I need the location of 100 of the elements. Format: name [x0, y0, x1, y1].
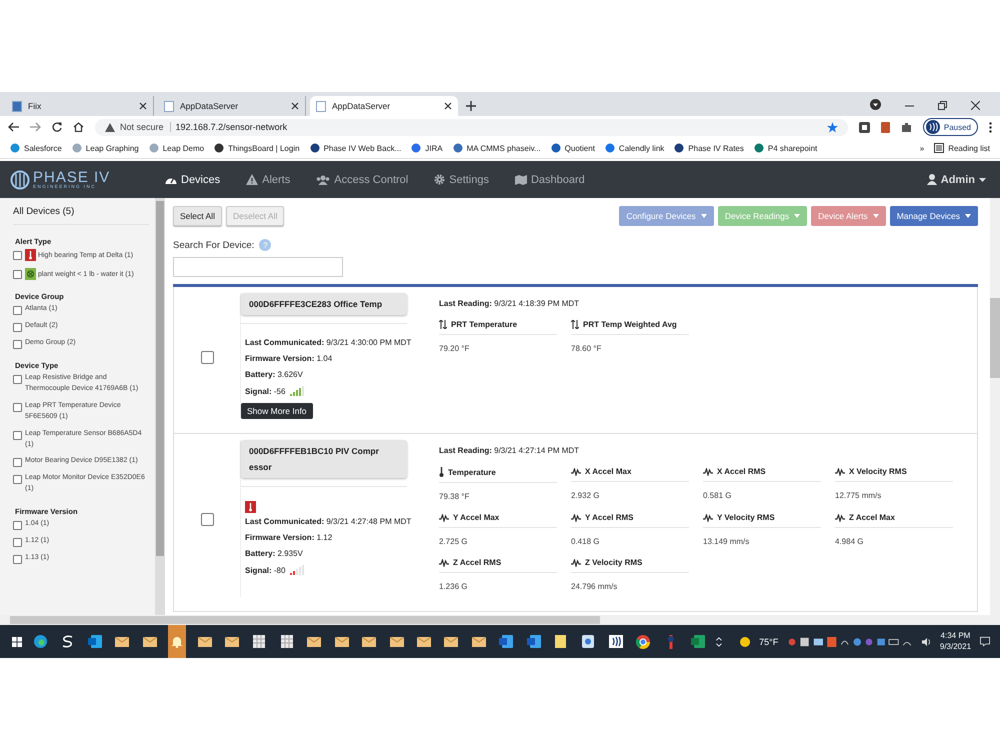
- new-tab-icon[interactable]: [466, 101, 476, 111]
- star-icon[interactable]: [826, 122, 838, 132]
- filter-checkbox[interactable]: [13, 340, 22, 350]
- extension-icon[interactable]: [880, 122, 890, 132]
- filter-checkbox[interactable]: [13, 323, 22, 332]
- sticky-note-icon[interactable]: [555, 635, 566, 648]
- envelope-icon[interactable]: [416, 636, 431, 646]
- envelope-icon[interactable]: [198, 636, 212, 646]
- bookmark[interactable]: Quotient: [550, 143, 595, 153]
- pulse-icon: [439, 558, 449, 567]
- scrollbar[interactable]: [990, 198, 1000, 615]
- bookmark[interactable]: Leap Graphing: [72, 143, 139, 153]
- info-text: Last Communicated: 9/3/21 4:30:00 PM MDT: [245, 338, 412, 348]
- more-bookmarks-button[interactable]: »: [920, 144, 924, 152]
- filter-checkbox[interactable]: [13, 270, 22, 279]
- bookmark[interactable]: ThingsBoard | Login: [214, 143, 300, 153]
- app-icon[interactable]: [582, 635, 594, 648]
- envelope-icon[interactable]: [307, 636, 322, 646]
- filter-checkbox[interactable]: [13, 306, 22, 316]
- close-icon[interactable]: [291, 102, 299, 110]
- envelope-icon[interactable]: [225, 636, 240, 646]
- system-tray-icons-drawing[interactable]: [787, 636, 913, 648]
- dropdown-button[interactable]: Manage Devices: [890, 206, 978, 226]
- notification-icon[interactable]: [980, 636, 990, 647]
- show-more-info-button[interactable]: Show More Info: [241, 403, 313, 420]
- envelope-icon[interactable]: [115, 636, 130, 646]
- nav-item[interactable]: Settings: [434, 174, 489, 186]
- document-icon[interactable]: [253, 635, 266, 648]
- select-all-button[interactable]: Select All: [173, 206, 222, 226]
- envelope-icon[interactable]: [362, 636, 376, 646]
- reading-value: 13.149 mm/s: [703, 537, 750, 546]
- speaker-icon[interactable]: [922, 636, 931, 646]
- filter-checkbox[interactable]: [13, 475, 22, 484]
- profile-icon[interactable]: [870, 99, 881, 110]
- bookmark[interactable]: Phase IV Rates: [674, 143, 744, 153]
- home-icon[interactable]: [73, 122, 84, 132]
- restore-icon[interactable]: [938, 101, 947, 110]
- tab-title: AppDataServer: [180, 101, 240, 111]
- envelope-icon[interactable]: [142, 636, 157, 646]
- bookmark[interactable]: MA CMMS phaseiv...: [452, 143, 541, 153]
- browser-tab[interactable]: AppDataServer: [310, 96, 458, 116]
- pulse-icon: [835, 514, 845, 522]
- envelope-icon[interactable]: [472, 636, 486, 646]
- filter-checkbox[interactable]: [13, 375, 22, 384]
- menu-icon[interactable]: [989, 122, 992, 132]
- bookmark[interactable]: Phase IV Web Back...: [310, 143, 402, 153]
- nav-item[interactable]: Devices: [165, 174, 220, 186]
- bookmark[interactable]: P4 sharepoint: [754, 143, 818, 153]
- envelope-icon[interactable]: [390, 636, 404, 646]
- nav-item[interactable]: Dashboard: [514, 174, 585, 186]
- filter-checkbox[interactable]: [13, 555, 22, 564]
- browser-icon[interactable]: [636, 634, 650, 648]
- app-icon[interactable]: [61, 635, 74, 648]
- envelope-icon[interactable]: [334, 636, 349, 646]
- app-icon[interactable]: [608, 635, 623, 648]
- extension-icon[interactable]: [858, 122, 870, 132]
- filter-checkbox[interactable]: [13, 521, 22, 530]
- weather-temperature[interactable]: 75°F: [759, 636, 778, 646]
- nav-item[interactable]: Alerts: [246, 174, 290, 186]
- info-text: Firmware Version: 1.04: [245, 354, 332, 364]
- chevron-icon[interactable]: [716, 636, 722, 648]
- close-icon[interactable]: [971, 101, 980, 110]
- filter-checkbox[interactable]: [13, 403, 22, 412]
- start-icon[interactable]: [12, 636, 22, 648]
- document-icon[interactable]: [280, 635, 293, 648]
- bookmark-icon: [10, 143, 20, 153]
- bookmark[interactable]: Salesforce: [10, 143, 62, 153]
- reading-list-button[interactable]: Reading list: [934, 143, 990, 153]
- user-menu[interactable]: Admin: [926, 174, 986, 186]
- scrollbar[interactable]: [0, 615, 1000, 625]
- envelope-icon[interactable]: [444, 636, 458, 646]
- close-icon[interactable]: [139, 102, 147, 110]
- bookmark[interactable]: JIRA: [411, 143, 443, 153]
- pulse-icon: [571, 514, 581, 522]
- bookmark[interactable]: Calendly link: [604, 143, 664, 153]
- close-icon[interactable]: [444, 102, 452, 110]
- search-field[interactable]: [173, 257, 343, 277]
- forward-icon[interactable]: [30, 122, 41, 132]
- nav-item[interactable]: Access Control: [316, 174, 408, 186]
- filter-checkbox[interactable]: [13, 458, 22, 468]
- reading-label: X Accel RMS: [717, 467, 766, 476]
- scrollbar[interactable]: [155, 198, 165, 615]
- back-icon[interactable]: [8, 122, 19, 132]
- device-checkbox[interactable]: [200, 513, 214, 526]
- device-name-button[interactable]: 000D6FFFFEB1BC10 PIV Compr essor: [241, 440, 407, 478]
- sort-arrows-icon: [439, 320, 447, 329]
- profile-button[interactable]: Paused: [922, 118, 978, 136]
- address-bar[interactable]: Not secure 192.168.7.2/sensor-network: [95, 118, 848, 136]
- puzzle-icon[interactable]: [900, 122, 912, 132]
- sun-icon[interactable]: [740, 636, 750, 648]
- bookmark[interactable]: Leap Demo: [148, 143, 204, 153]
- filter-checkbox[interactable]: [13, 251, 22, 260]
- device-name-button[interactable]: 000D6FFFFE3CE283 Office Temp: [241, 293, 407, 316]
- clock[interactable]: 4:34 PM 9/3/2021: [940, 631, 972, 652]
- filter-checkbox[interactable]: [13, 538, 22, 548]
- filter-checkbox[interactable]: [13, 430, 22, 440]
- reload-icon[interactable]: [52, 122, 62, 132]
- app-icon[interactable]: [34, 635, 47, 648]
- last-reading-text: Last Reading: 9/3/21 4:18:39 PM MDT: [439, 299, 580, 308]
- device-checkbox[interactable]: [200, 350, 214, 364]
